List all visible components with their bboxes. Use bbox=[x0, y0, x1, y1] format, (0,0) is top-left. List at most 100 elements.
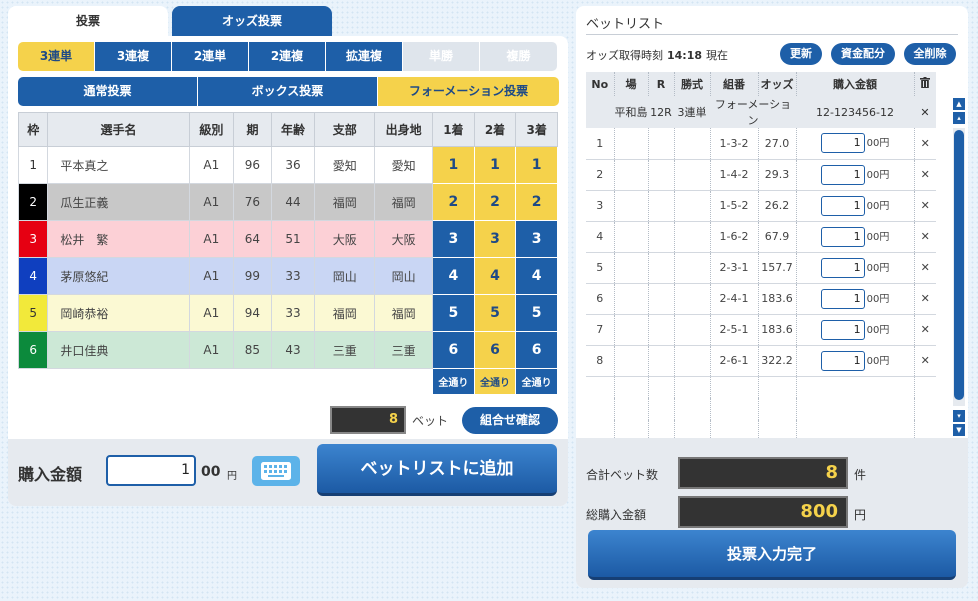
totals-section: 合計ベット数 8 件 総購入金額 800 円 投票入力完了 bbox=[576, 438, 968, 588]
pick-3-button[interactable]: 3 bbox=[515, 220, 558, 258]
bet-no: 2 bbox=[586, 159, 614, 191]
pick-3-button[interactable]: 4 bbox=[515, 257, 558, 295]
pick-2-button[interactable]: 2 bbox=[473, 183, 517, 221]
scroll-down-icon[interactable]: ▾ bbox=[953, 410, 965, 422]
bet-amount-input[interactable]: 1 bbox=[820, 195, 865, 216]
racer-row: 4 茅原悠紀 A1 99 33 岡山 岡山 4 4 4 bbox=[17, 257, 558, 295]
racer-cls: A1 bbox=[188, 220, 235, 258]
racer-name: 平本真之 bbox=[47, 146, 190, 184]
pick-2-button[interactable]: 4 bbox=[473, 257, 517, 295]
pick-3-button[interactable]: 5 bbox=[515, 294, 558, 332]
racer-birth: 愛知 bbox=[374, 146, 434, 184]
scroll-bottom-icon[interactable]: ▼ bbox=[953, 424, 965, 436]
bet-amount-input[interactable]: 1 bbox=[820, 133, 865, 154]
bet-combination: 1-5-2 bbox=[709, 190, 758, 222]
fund-allocation-button[interactable]: 資金配分 bbox=[831, 43, 895, 65]
empty-cell bbox=[913, 376, 936, 398]
bet-amount-input[interactable]: 1 bbox=[820, 226, 865, 247]
racer-name: 松井 繁 bbox=[47, 220, 190, 258]
update-odds-button[interactable]: 更新 bbox=[780, 43, 822, 65]
pick-2-button[interactable]: 3 bbox=[473, 220, 517, 258]
empty-cell bbox=[613, 398, 648, 420]
bet-amount-cell: 1 00円 bbox=[795, 128, 914, 160]
confirm-combination-button[interactable]: 組合せ確認 bbox=[462, 407, 558, 434]
bet-amount-unit: 00円 bbox=[866, 293, 890, 305]
bet-amount-cell: 1 00円 bbox=[795, 283, 914, 315]
complete-vote-button[interactable]: 投票入力完了 bbox=[588, 530, 956, 580]
tab-odds-vote[interactable]: オッズ投票 bbox=[172, 6, 332, 36]
bet-odds: 183.6 bbox=[757, 314, 796, 346]
delete-bet-icon[interactable]: ✕ bbox=[913, 221, 936, 253]
bet-count-unit: ベット bbox=[412, 414, 449, 428]
purchase-amount-label: 購入金額 bbox=[18, 465, 83, 484]
bet-amount-input[interactable]: 1 bbox=[820, 257, 865, 278]
pick-3-button[interactable]: 1 bbox=[515, 146, 558, 184]
racer-col-header: 枠 bbox=[17, 112, 49, 147]
delete-bet-icon[interactable]: ✕ bbox=[913, 190, 936, 222]
delete-bet-icon[interactable]: ✕ bbox=[913, 252, 936, 284]
add-to-betlist-button[interactable]: ベットリストに追加 bbox=[317, 444, 557, 496]
vote-mode-2[interactable]: ボックス投票 bbox=[198, 77, 378, 106]
bet-type-2[interactable]: 3連複 bbox=[95, 42, 172, 71]
keyboard-icon[interactable] bbox=[252, 456, 300, 486]
pick-3-button[interactable]: 6 bbox=[515, 331, 558, 369]
trash-icon[interactable] bbox=[913, 72, 936, 96]
bet-amount-input[interactable]: 1 bbox=[820, 288, 865, 309]
tab-vote[interactable]: 投票 bbox=[8, 6, 168, 36]
betlist-scrollbar[interactable]: ▲ ▴ ▾ ▼ bbox=[953, 98, 965, 438]
pick-1-button[interactable]: 4 bbox=[432, 257, 475, 295]
bet-type-1[interactable]: 3連単 bbox=[18, 42, 95, 71]
frame-number: 3 bbox=[17, 220, 49, 258]
pick-1-button[interactable]: 5 bbox=[432, 294, 475, 332]
total-amount-label: 総購入金額 bbox=[586, 508, 647, 522]
racer-col-header: 2着 bbox=[473, 112, 517, 147]
bet-type bbox=[673, 128, 710, 160]
bet-amount-unit: 00円 bbox=[866, 355, 890, 367]
empty-cell bbox=[757, 376, 796, 398]
racer-col-header: 級別 bbox=[188, 112, 235, 147]
bet-venue bbox=[613, 159, 648, 191]
select-all-row: 全通り 全通り 全通り bbox=[19, 368, 558, 395]
bet-amount-cell: 1 00円 bbox=[795, 159, 914, 191]
pick-1-button[interactable]: 3 bbox=[432, 220, 475, 258]
empty-cell bbox=[795, 398, 914, 420]
scroll-up-icon[interactable]: ▴ bbox=[953, 112, 965, 124]
pick-1-button[interactable]: 1 bbox=[432, 146, 475, 184]
betlist-row: 6 2-4-1 183.6 1 00円 ✕ bbox=[586, 283, 936, 315]
bet-type-4[interactable]: 2連複 bbox=[249, 42, 326, 71]
bet-amount-input[interactable]: 1 bbox=[820, 350, 865, 371]
purchase-amount-input[interactable]: 1 bbox=[106, 455, 196, 486]
select-all-3-button[interactable]: 全通り bbox=[515, 368, 558, 395]
bet-type-5[interactable]: 拡連複 bbox=[326, 42, 403, 71]
delete-bet-icon[interactable]: ✕ bbox=[913, 345, 936, 377]
delete-bet-icon[interactable]: ✕ bbox=[913, 283, 936, 315]
pick-2-button[interactable]: 5 bbox=[473, 294, 517, 332]
bet-no: 4 bbox=[586, 221, 614, 253]
pick-3-button[interactable]: 2 bbox=[515, 183, 558, 221]
select-all-2-button[interactable]: 全通り bbox=[473, 368, 517, 395]
bet-combination: 2-6-1 bbox=[709, 345, 758, 377]
pick-2-button[interactable]: 6 bbox=[473, 331, 517, 369]
bet-type-3[interactable]: 2連単 bbox=[172, 42, 249, 71]
delete-all-button[interactable]: 全削除 bbox=[904, 43, 956, 65]
bet-amount-input[interactable]: 1 bbox=[820, 164, 865, 185]
delete-bet-icon[interactable]: ✕ bbox=[913, 314, 936, 346]
pick-1-button[interactable]: 2 bbox=[432, 183, 475, 221]
scroll-top-icon[interactable]: ▲ bbox=[953, 98, 965, 110]
scroll-track[interactable] bbox=[953, 128, 965, 406]
betlist-row: 4 1-6-2 67.9 1 00円 ✕ bbox=[586, 221, 936, 253]
pick-1-button[interactable]: 6 bbox=[432, 331, 475, 369]
bet-race bbox=[647, 252, 674, 284]
bet-amount-input[interactable]: 1 bbox=[820, 319, 865, 340]
vote-mode-3[interactable]: フォーメーション投票 bbox=[378, 77, 559, 106]
scroll-thumb[interactable] bbox=[954, 130, 964, 400]
racer-col-header: 1着 bbox=[432, 112, 475, 147]
pick-2-button[interactable]: 1 bbox=[473, 146, 517, 184]
bet-odds: 26.2 bbox=[757, 190, 796, 222]
delete-group-icon[interactable]: ✕ bbox=[914, 96, 936, 128]
vote-mode-1[interactable]: 通常投票 bbox=[18, 77, 198, 106]
delete-bet-icon[interactable]: ✕ bbox=[913, 128, 936, 160]
frame-number: 5 bbox=[17, 294, 49, 332]
delete-bet-icon[interactable]: ✕ bbox=[913, 159, 936, 191]
select-all-1-button[interactable]: 全通り bbox=[432, 368, 475, 395]
